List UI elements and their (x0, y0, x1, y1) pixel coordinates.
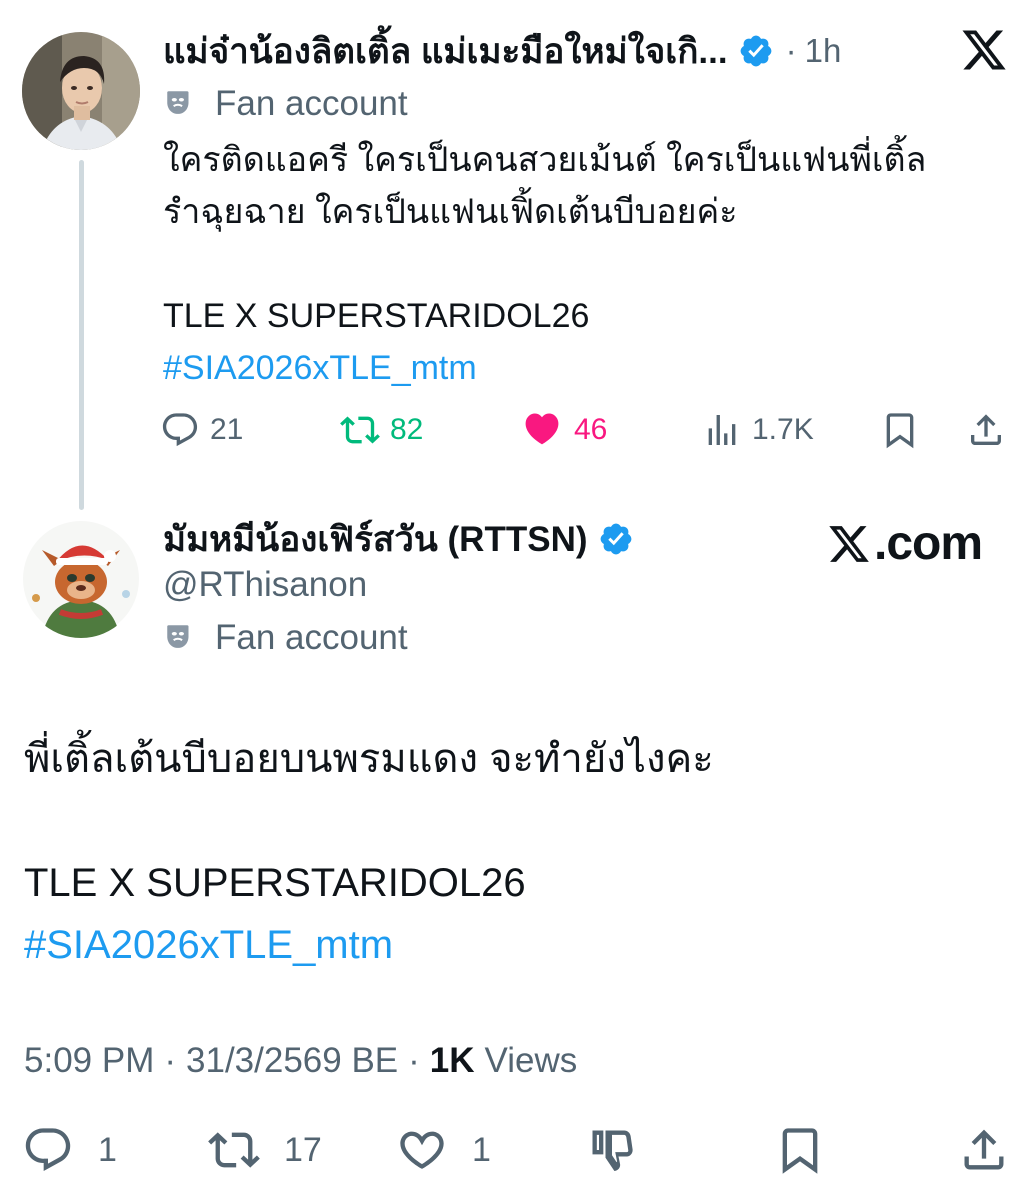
main-author-row: มัมหมีน้องเฟิร์สวัน (RTTSN) (163, 516, 634, 562)
main-text-line: TLE X SUPERSTARIDOL26 (24, 861, 526, 905)
like-count: 1 (472, 1130, 491, 1169)
analytics-icon (708, 415, 736, 445)
reply-icon (162, 413, 198, 447)
repost-count: 82 (390, 413, 424, 446)
x-com-watermark: .com (826, 516, 983, 571)
x-logo-icon (829, 525, 869, 562)
watermark-text: .com (874, 517, 983, 570)
main-hashtag-link[interactable]: #SIA2026xTLE_mtm (24, 914, 1014, 976)
parent-author-row: แม่จ๋าน้องลิตเติ้ล แม่เมะมือใหม่ใจเกิ...… (163, 28, 841, 74)
repost-button[interactable]: 82 (340, 406, 423, 454)
views-label: Views (484, 1041, 578, 1080)
parent-hashtag-link[interactable]: #SIA2026xTLE_mtm (163, 342, 1023, 394)
reply-count: 1 (98, 1130, 117, 1169)
post-time[interactable]: 5:09 PM (24, 1041, 154, 1081)
parent-text-line (163, 238, 1023, 290)
like-button[interactable]: 46 (520, 406, 607, 454)
main-timestamp-row: 5:09 PM · 31/3/2569 BE · 1K Views (24, 1036, 577, 1086)
parent-avatar[interactable] (22, 32, 140, 150)
like-button[interactable]: 1 (396, 1120, 491, 1180)
parent-text-line: ใครติดแอครี ใครเป็นคนสวยเม้นต์ ใครเป็นแฟ… (163, 141, 927, 179)
heart-outline-icon (400, 1131, 444, 1169)
views-count: 1.7K (752, 413, 814, 446)
dislike-button[interactable] (586, 1120, 638, 1180)
heart-filled-icon (525, 413, 559, 445)
parent-text-line: รำฉุยฉาย ใครเป็นแฟนเฟิ้ดเต้นบีบอยค่ะ (163, 193, 738, 231)
theater-mask-icon (167, 91, 189, 114)
share-icon (971, 414, 1001, 445)
fan-account-text: Fan account (215, 84, 408, 123)
parent-display-name[interactable]: แม่จ๋าน้องลิตเติ้ล แม่เมะมือใหม่ใจเกิ... (163, 24, 728, 79)
x-logo-icon (958, 26, 1010, 74)
fan-account-text: Fan account (215, 618, 408, 657)
bookmark-button[interactable] (774, 1120, 826, 1180)
share-button[interactable] (958, 1120, 1010, 1180)
main-action-bar: 1 17 1 (22, 1120, 1012, 1180)
reply-button[interactable]: 1 (22, 1120, 117, 1180)
reply-button[interactable]: 21 (160, 406, 243, 454)
thread-connector-line (79, 160, 84, 510)
main-tweet-text: พี่เติ้ลเต้นบีบอยบนพรมแดง จะทำยังไงคะ TL… (24, 728, 1014, 976)
main-handle[interactable]: @RThisanon (163, 562, 367, 608)
verified-badge-icon (738, 33, 774, 69)
repost-button[interactable]: 17 (208, 1120, 322, 1180)
like-count: 46 (574, 413, 608, 446)
tweet-thread-view: แม่จ๋าน้องลิตเติ้ล แม่เมะมือใหม่ใจเกิ...… (0, 0, 1035, 1200)
bookmark-icon (886, 413, 914, 449)
theater-mask-icon (167, 625, 189, 648)
parent-relative-time[interactable]: 1h (805, 32, 842, 70)
repost-icon (208, 1132, 260, 1168)
views-button[interactable]: 1.7K (702, 406, 814, 454)
main-text-line (24, 790, 1014, 852)
separator-dot: · (408, 1041, 420, 1080)
dislike-icon (592, 1130, 633, 1172)
main-avatar[interactable] (22, 520, 140, 638)
main-text-line: พี่เติ้ลเต้นบีบอยบนพรมแดง จะทำยังไงคะ (24, 737, 714, 781)
bookmark-icon (782, 1128, 818, 1174)
main-fan-account-label: Fan account (163, 616, 408, 660)
verified-badge-icon (598, 521, 634, 557)
reply-icon (25, 1128, 71, 1172)
share-button[interactable] (966, 406, 1006, 454)
post-date[interactable]: 31/3/2569 BE (186, 1041, 398, 1081)
bookmark-button[interactable] (880, 406, 920, 454)
parent-tweet-text: ใครติดแอครี ใครเป็นคนสวยเม้นต์ ใครเป็นแฟ… (163, 134, 1023, 394)
views-count[interactable]: 1K (430, 1041, 475, 1081)
separator-dot: · (164, 1041, 177, 1080)
parent-action-bar: 21 82 46 1.7K (160, 406, 1010, 454)
parent-fan-account-label: Fan account (163, 82, 408, 126)
reply-count: 21 (210, 413, 244, 446)
main-display-name[interactable]: มัมหมีน้องเฟิร์สวัน (RTTSN) (163, 512, 588, 567)
repost-count: 17 (284, 1130, 322, 1169)
repost-icon (340, 416, 380, 444)
parent-text-line: TLE X SUPERSTARIDOL26 (163, 297, 590, 335)
share-icon (964, 1129, 1004, 1170)
parent-time-separator: · (785, 32, 797, 69)
